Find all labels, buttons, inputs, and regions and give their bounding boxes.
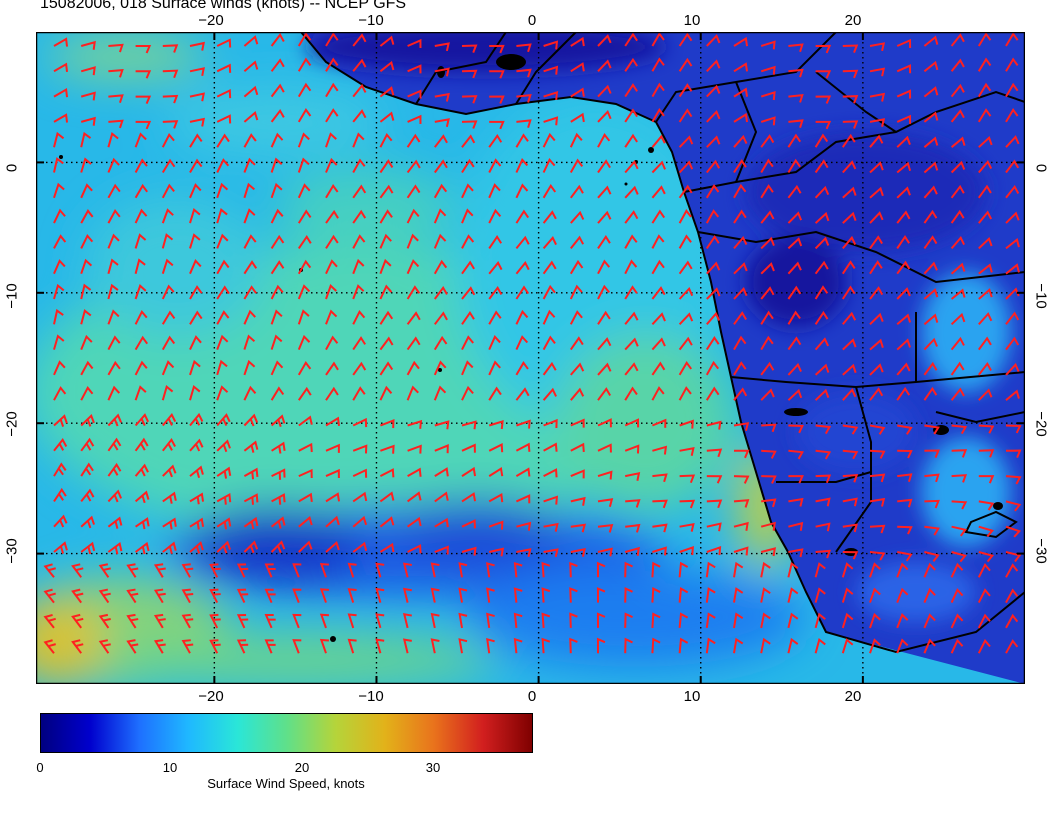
axis-tick-mark <box>861 32 864 40</box>
wind-map-canvas <box>36 32 1025 684</box>
top-tick-label: −20 <box>198 12 224 29</box>
top-tick-label: −10 <box>358 12 384 29</box>
wind-speed-colorbar <box>40 713 533 753</box>
axis-tick-mark <box>36 552 44 555</box>
right-tick-label: −30 <box>1032 538 1050 564</box>
axis-tick-mark <box>375 676 378 684</box>
colorbar-label: 0 <box>36 760 44 775</box>
top-tick-label: 0 <box>527 12 537 29</box>
axis-tick-mark <box>537 32 540 40</box>
bottom-tick-label: −10 <box>358 688 384 705</box>
left-tick-label: 0 <box>3 163 21 173</box>
colorbar-label: 20 <box>294 760 310 775</box>
axis-tick-mark <box>375 32 378 40</box>
wind-map <box>36 32 1025 684</box>
right-tick-label: 0 <box>1032 163 1050 173</box>
axis-tick-mark <box>213 32 216 40</box>
axis-tick-mark <box>1017 422 1025 425</box>
axis-tick-mark <box>36 291 44 294</box>
colorbar-label: 10 <box>162 760 178 775</box>
axis-tick-mark <box>861 676 864 684</box>
axis-tick-mark <box>537 676 540 684</box>
bottom-tick-label: −20 <box>198 688 224 705</box>
axis-tick-mark <box>213 676 216 684</box>
bottom-tick-label: 10 <box>683 688 701 705</box>
axis-tick-mark <box>1017 291 1025 294</box>
colorbar-label: 30 <box>425 760 441 775</box>
axis-tick-mark <box>36 161 44 164</box>
right-tick-label: −10 <box>1032 283 1050 309</box>
wind-speed-field <box>36 32 1025 684</box>
left-tick-label: −10 <box>3 283 21 309</box>
colorbar-title: Surface Wind Speed, knots <box>207 776 365 791</box>
axis-tick-mark <box>699 676 702 684</box>
left-tick-label: −30 <box>3 538 21 564</box>
top-tick-label: 20 <box>844 12 862 29</box>
axis-tick-mark <box>1017 552 1025 555</box>
right-tick-label: −20 <box>1032 411 1050 437</box>
bottom-tick-label: 0 <box>527 688 537 705</box>
axis-tick-mark <box>1017 161 1025 164</box>
bottom-tick-label: 20 <box>844 688 862 705</box>
left-tick-label: −20 <box>3 411 21 437</box>
top-tick-label: 10 <box>683 12 701 29</box>
axis-tick-mark <box>699 32 702 40</box>
axis-tick-mark <box>36 422 44 425</box>
